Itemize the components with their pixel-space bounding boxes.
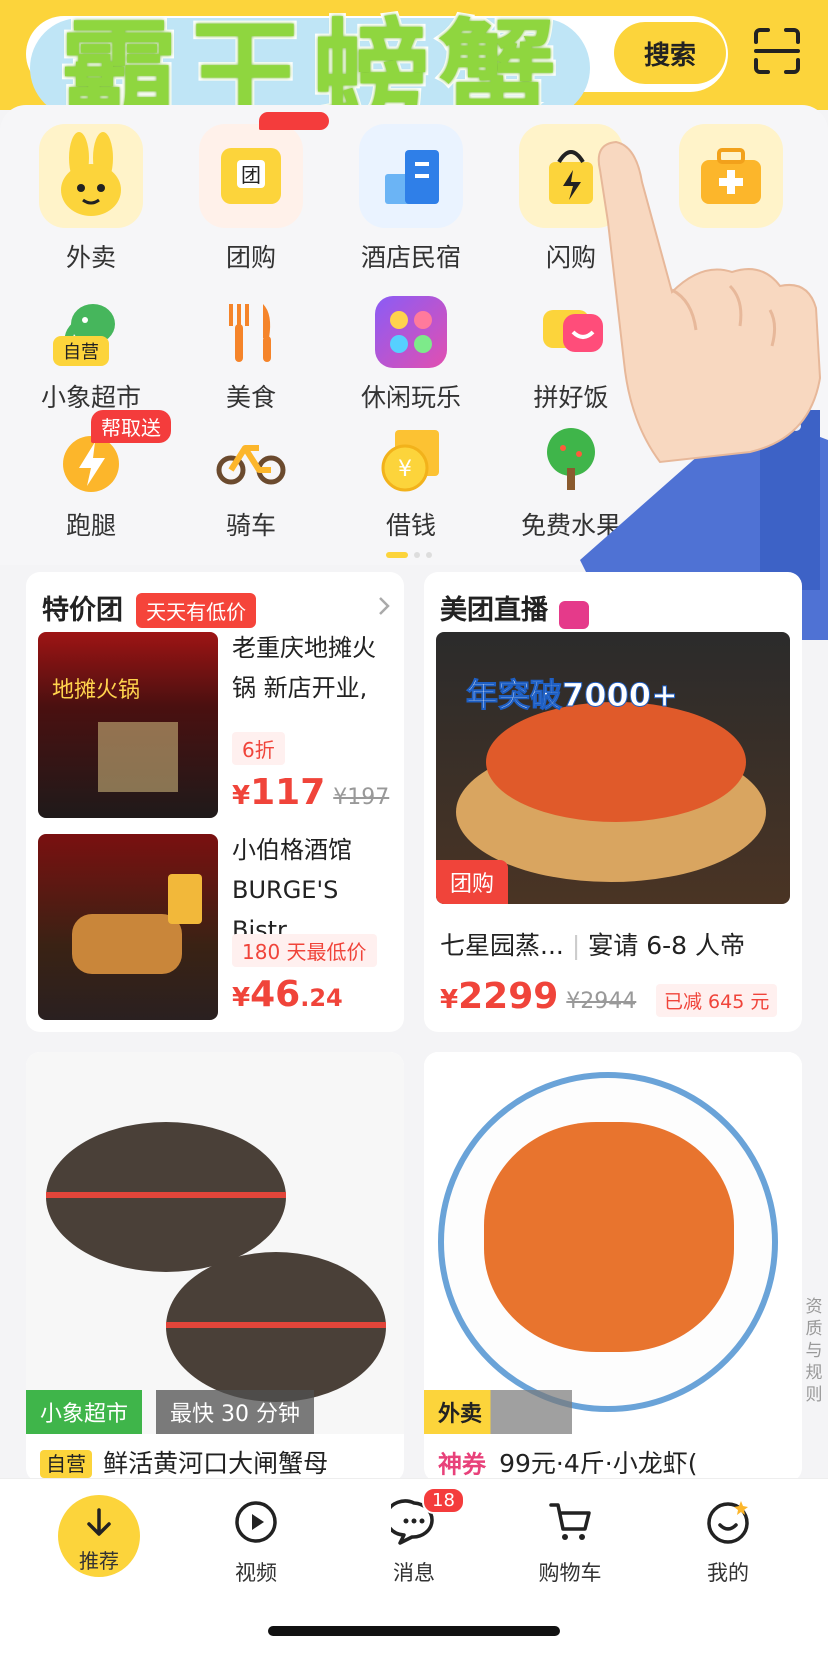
nav-label: 视频 — [235, 1561, 277, 1585]
service-food[interactable]: 美食 — [176, 296, 326, 414]
nav-profile[interactable]: 我的 — [668, 1499, 788, 1587]
chevron-right-icon[interactable] — [376, 594, 392, 618]
crab-pile — [484, 1122, 734, 1352]
crab-photo: 年突破7000+ 团购 — [436, 632, 790, 904]
coupon-tag: 神券 — [438, 1450, 486, 1479]
nav-label: 购物车 — [538, 1561, 602, 1585]
crab-shape — [486, 702, 746, 822]
product-card[interactable]: 小象超市 最快 30 分钟 自营 鲜活黄河口大闸蟹母 — [26, 1052, 404, 1482]
rope — [166, 1322, 386, 1328]
service-label: 骑车 — [225, 511, 276, 540]
service-label: 酒店民宿 — [360, 243, 461, 272]
pointing-hand-sticker — [580, 140, 828, 640]
hotel-icon — [359, 124, 463, 228]
nav-label: 我的 — [707, 1561, 749, 1585]
svg-text:团: 团 — [241, 163, 261, 187]
service-label: 团购 — [225, 243, 276, 272]
service-xiaoxiang[interactable]: 自营 小象超市 — [16, 296, 166, 414]
rope — [46, 1192, 286, 1198]
crab-basket-photo — [26, 1052, 404, 1434]
deals-card[interactable]: 特价团 天天有低价 地摊火锅 老重庆地摊火锅 新店开业, 6折 ¥117 ¥197… — [26, 572, 404, 1032]
page-dot — [426, 551, 432, 558]
play-icon — [235, 1501, 277, 1543]
live-saved-amount: 已减 645 元 — [656, 984, 778, 1017]
service-leisure[interactable]: 休闲玩乐 — [336, 296, 486, 414]
self-operated-tag: 自营 — [53, 336, 109, 366]
home-indicator — [268, 1626, 560, 1636]
leisure-icon — [375, 296, 447, 368]
deal-discount: 6折 — [232, 732, 285, 765]
nav-label: 推荐 — [79, 1549, 119, 1573]
nav-messages[interactable]: 18 消息 — [354, 1487, 474, 1587]
service-bike[interactable]: 骑车 — [176, 424, 326, 542]
deal-original-price: ¥197 — [333, 785, 390, 810]
nav-cart[interactable]: 购物车 — [510, 1499, 630, 1587]
burger-plate — [72, 914, 182, 974]
search-button[interactable]: 搜索 — [614, 22, 726, 84]
product-card[interactable]: 外卖 神券 99元·4斤·小龙虾( — [424, 1052, 802, 1482]
delivery-time-badge: 最快 30 分钟 — [156, 1390, 314, 1434]
deals-title: 特价团 — [42, 595, 123, 626]
deal-price: ¥46.24 — [232, 974, 343, 1015]
beer-glass — [168, 874, 202, 924]
fork-knife-icon — [215, 296, 287, 368]
deal-discount: 180 天最低价 — [232, 934, 377, 967]
arrow-down-icon — [87, 1508, 111, 1536]
page-dot-active — [386, 551, 408, 558]
elephant-icon: 自营 — [53, 296, 127, 368]
self-operated-tag: 自营 — [40, 1449, 92, 1478]
product-title: 自营 鲜活黄河口大闸蟹母 — [40, 1444, 328, 1480]
service-label: 跑腿 — [65, 511, 116, 540]
deal-price: ¥117 ¥197 — [232, 772, 390, 813]
service-label: 小象超市 — [40, 383, 141, 412]
service-label: 美食 — [225, 383, 276, 412]
live-card[interactable]: 美团直播 年突破7000+ 团购 七星园蒸... | 宴请 6-8 人帝 ¥2299… — [424, 572, 802, 1032]
group-buy-badge: 团购 — [436, 860, 509, 904]
svg-text:¥: ¥ — [398, 457, 412, 482]
deal-item-name: 老重庆地摊火锅 新店开业, — [232, 634, 376, 702]
group-buy-icon: 团 — [199, 112, 329, 228]
scan-icon[interactable] — [752, 26, 802, 76]
nav-label: 消息 — [393, 1561, 435, 1585]
top-bar: 搜索 霸王螃蟹 — [0, 0, 828, 148]
store-badge: 小象超市 — [26, 1390, 143, 1434]
live-title: 美团直播 — [440, 595, 548, 626]
service-waimai[interactable]: 外卖 — [16, 124, 166, 274]
pickup-delivery-tag: 帮取送 — [91, 410, 171, 443]
profile-smile-icon — [707, 1501, 749, 1544]
live-bars-icon — [559, 600, 590, 629]
service-loan[interactable]: ¥ 借钱 — [336, 424, 486, 542]
rabbit-icon — [39, 124, 143, 228]
sales-overlay: 年突破7000+ — [466, 676, 679, 715]
store-badge: 外卖 — [424, 1390, 573, 1434]
live-product-name: 七星园蒸... | 宴请 6-8 人帝 — [440, 931, 746, 960]
service-paotui[interactable]: 帮取送 跑腿 — [16, 410, 171, 542]
crab-plate-photo — [424, 1052, 802, 1434]
service-tuangou[interactable]: 团 团购 — [176, 112, 329, 274]
deal-item-name: 小伯格酒馆 BURGE'S Bistr — [232, 836, 352, 944]
lightning-icon: 帮取送 — [55, 410, 171, 496]
page-dot — [414, 551, 420, 558]
storefront-sign: 地摊火锅 — [52, 678, 141, 703]
bike-icon — [215, 424, 287, 496]
nav-recommend[interactable]: 推荐 — [58, 1495, 140, 1577]
qualification-rules-link[interactable]: 资质与规则 — [800, 1296, 828, 1406]
deals-tag: 天天有低价 — [136, 593, 257, 628]
burger-photo — [38, 834, 218, 1020]
cart-icon — [549, 1503, 591, 1540]
page-indicator — [386, 544, 438, 563]
service-label: 休闲玩乐 — [360, 383, 461, 412]
promo-tag — [259, 112, 329, 130]
service-label: 外卖 — [65, 243, 116, 272]
storefront-window — [98, 722, 178, 792]
restaurant-photo: 地摊火锅 — [38, 632, 218, 818]
unread-badge: 18 — [422, 1487, 465, 1514]
live-original-price: ¥2944 — [566, 989, 637, 1014]
yuan-coin-icon: ¥ — [375, 424, 447, 496]
product-title: 神券 99元·4斤·小龙虾( — [438, 1449, 698, 1479]
service-hotel[interactable]: 酒店民宿 — [336, 124, 486, 274]
nav-video[interactable]: 视频 — [196, 1499, 316, 1587]
service-label: 借钱 — [385, 511, 436, 540]
live-price: ¥2299 ¥2944 — [440, 976, 637, 1017]
